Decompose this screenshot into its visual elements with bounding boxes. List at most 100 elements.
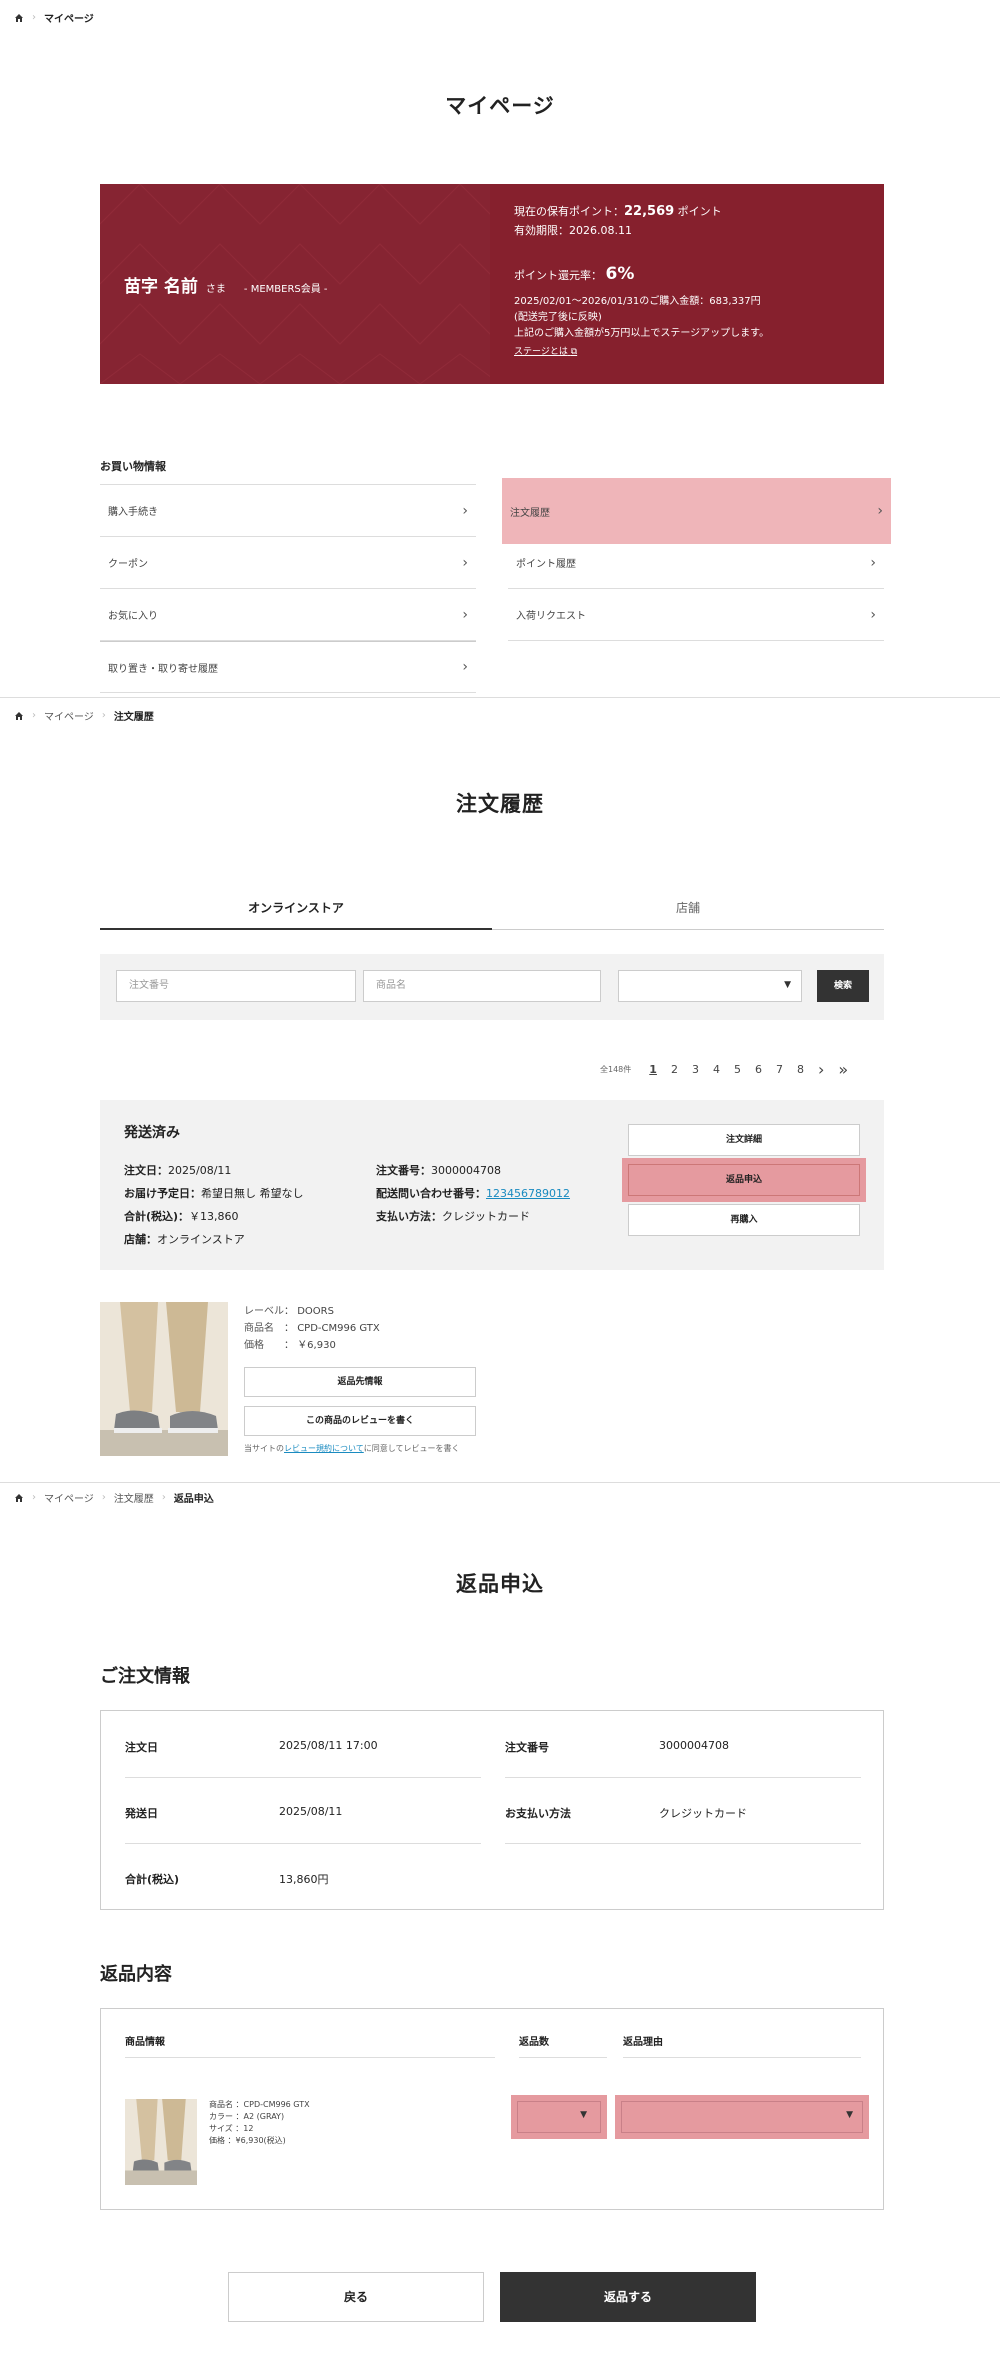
order-number-input[interactable]: 注文番号: [116, 970, 356, 1002]
delivery-date: お届け予定日：希望日無し 希望なし: [124, 1187, 304, 1200]
return-qty-select[interactable]: ▼: [511, 2095, 607, 2139]
pagination: 全148件 1 2 3 4 5 6 7 8 › »: [600, 1060, 890, 1079]
write-review-button[interactable]: この商品のレビューを書く: [244, 1406, 476, 1436]
return-item-price: 価格 ：¥6,930(税込): [209, 2136, 286, 2145]
home-icon[interactable]: [14, 711, 24, 721]
total-label: 合計(税込): [125, 1873, 180, 1886]
rebuy-button[interactable]: 再購入: [628, 1204, 860, 1236]
ship-date-label: 発送日: [125, 1807, 158, 1820]
product-image[interactable]: [100, 1302, 228, 1456]
menu-item-order-history[interactable]: 注文履歴 ›: [502, 478, 891, 544]
chevron-right-icon: ›: [462, 659, 468, 675]
page-2[interactable]: 2: [671, 1063, 678, 1076]
next-page-icon[interactable]: ›: [818, 1060, 824, 1079]
menu-item-reserve-history[interactable]: 取り置き・取り寄せ履歴 ›: [100, 641, 476, 693]
member-name: 苗字 名前: [124, 277, 198, 297]
tab-store[interactable]: 店舗: [492, 890, 884, 930]
search-button[interactable]: 検索: [817, 970, 869, 1002]
order-info-box: 注文日 2025/08/11 17:00 注文番号 3000004708 発送日…: [100, 1710, 884, 1910]
rate-line: ポイント還元率： 6%: [514, 264, 635, 285]
caret-down-icon: ▼: [784, 980, 791, 990]
return-content-title: 返品内容: [100, 1964, 172, 1985]
order-date-label: 注文日: [125, 1741, 158, 1754]
col-product-info: 商品情報: [125, 2037, 165, 2048]
return-item-name: 商品名 ：CPD-CM996 GTX: [209, 2100, 310, 2109]
return-request-button[interactable]: 返品申込: [622, 1158, 866, 1202]
member-rank: - MEMBERS会員 -: [243, 284, 328, 295]
menu-item-favorites[interactable]: お気に入り ›: [100, 589, 476, 641]
menu-item-point-history[interactable]: ポイント履歴 ›: [508, 537, 884, 589]
last-page-icon[interactable]: »: [838, 1060, 848, 1079]
product-label: レーベル： DOORS: [244, 1306, 334, 1317]
breadcrumb-mypage[interactable]: マイページ: [44, 1490, 94, 1505]
order-detail-button[interactable]: 注文詳細: [628, 1124, 860, 1156]
col-return-reason: 返品理由: [623, 2037, 663, 2048]
chevron-right-icon: ›: [870, 606, 876, 623]
payment-label: お支払い方法: [505, 1807, 571, 1820]
order-date: 注文日：2025/08/11: [124, 1164, 232, 1177]
tab-online-store[interactable]: オンラインストア: [100, 890, 492, 930]
breadcrumb-current: 返品申込: [173, 1494, 214, 1505]
breadcrumb-current: 注文履歴: [113, 712, 154, 723]
search-panel: 注文番号 商品名 ▼ 検索: [100, 954, 884, 1020]
breadcrumb-mypage[interactable]: マイページ: [44, 708, 94, 723]
return-item-size: サイズ ：12: [209, 2124, 254, 2133]
return-address-button[interactable]: 返品先情報: [244, 1367, 476, 1397]
home-icon[interactable]: [14, 13, 24, 23]
stageup-note: 上記のご購入金額が5万円以上でステージアップします。: [514, 327, 770, 339]
stage-link[interactable]: ステージとは ⧉: [514, 346, 577, 360]
breadcrumb-separator: ›: [32, 12, 36, 23]
chevron-right-icon: ›: [462, 606, 468, 623]
order-number-label: 注文番号: [505, 1741, 549, 1754]
return-item-color: カラー ：A2 (GRAY): [209, 2112, 285, 2121]
breadcrumb: › マイページ › 注文履歴: [14, 708, 154, 723]
review-terms-note: 当サイトのレビュー規約についてに同意してレビューを書く: [244, 1444, 460, 1453]
order-info-title: ご注文情報: [100, 1666, 190, 1687]
product-name: 商品名： CPD-CM996 GTX: [244, 1323, 380, 1334]
tracking-link[interactable]: 123456789012: [486, 1187, 570, 1200]
return-content-box: 商品情報 返品数 返品理由 商品名 ：CPD-CM996 GTX カラー ：A2…: [100, 2008, 884, 2210]
breadcrumb-order-history[interactable]: 注文履歴: [114, 1490, 154, 1505]
home-icon[interactable]: [14, 1493, 24, 1503]
review-terms-link[interactable]: レビュー規約について: [284, 1444, 364, 1453]
page-6[interactable]: 6: [755, 1063, 762, 1076]
chevron-right-icon: ›: [870, 554, 876, 571]
col-return-qty: 返品数: [519, 2037, 549, 2048]
filter-select[interactable]: ▼: [618, 970, 802, 1002]
member-name-row: 苗字 名前 さま - MEMBERS会員 -: [124, 272, 328, 297]
payment-method: 支払い方法：クレジットカード: [376, 1210, 530, 1223]
page-7[interactable]: 7: [776, 1063, 783, 1076]
member-honorific: さま: [205, 284, 226, 295]
caret-down-icon: ▼: [846, 2110, 853, 2120]
page-1[interactable]: 1: [649, 1063, 657, 1076]
order-number-value: 3000004708: [659, 1739, 729, 1752]
result-count: 全148件: [600, 1065, 632, 1074]
external-link-icon: ⧉: [570, 346, 578, 357]
submit-return-button[interactable]: 返品する: [500, 2272, 756, 2322]
page-5[interactable]: 5: [734, 1063, 741, 1076]
menu-item-checkout[interactable]: 購入手続き ›: [100, 485, 476, 537]
member-card: 苗字 名前 さま - MEMBERS会員 - 現在の保有ポイント：22,569 …: [100, 184, 884, 384]
menu-item-restock-request[interactable]: 入荷リクエスト ›: [508, 589, 884, 641]
return-reason-select[interactable]: ▼: [615, 2095, 869, 2139]
page-3[interactable]: 3: [692, 1063, 699, 1076]
page-8[interactable]: 8: [797, 1063, 804, 1076]
menu-item-coupon[interactable]: クーポン ›: [100, 537, 476, 589]
rate-value: 6%: [605, 264, 635, 285]
period-purchase: 2025/02/01〜2026/01/31のご購入金額：683,337円: [514, 295, 761, 307]
product-name-input[interactable]: 商品名: [363, 970, 601, 1002]
chevron-right-icon: ›: [462, 502, 468, 519]
period-note: (配送完了後に反映): [514, 311, 602, 323]
menu-heading: お買い物情報: [100, 460, 166, 473]
order-store: 店舗：オンラインストア: [124, 1233, 245, 1246]
back-button[interactable]: 戻る: [228, 2272, 484, 2322]
breadcrumb: › マイページ › 注文履歴 › 返品申込: [14, 1490, 214, 1505]
total-value: 13,860円: [279, 1873, 329, 1886]
member-card-right: 現在の保有ポイント：22,569 ポイント 有効期限：2026.08.11 ポイ…: [490, 184, 884, 384]
order-date-value: 2025/08/11 17:00: [279, 1739, 378, 1752]
points-value: 22,569: [624, 204, 675, 219]
page-4[interactable]: 4: [713, 1063, 720, 1076]
payment-value: クレジットカード: [659, 1807, 747, 1820]
section-divider: [0, 1482, 1000, 1483]
page-title: マイページ: [445, 94, 555, 118]
